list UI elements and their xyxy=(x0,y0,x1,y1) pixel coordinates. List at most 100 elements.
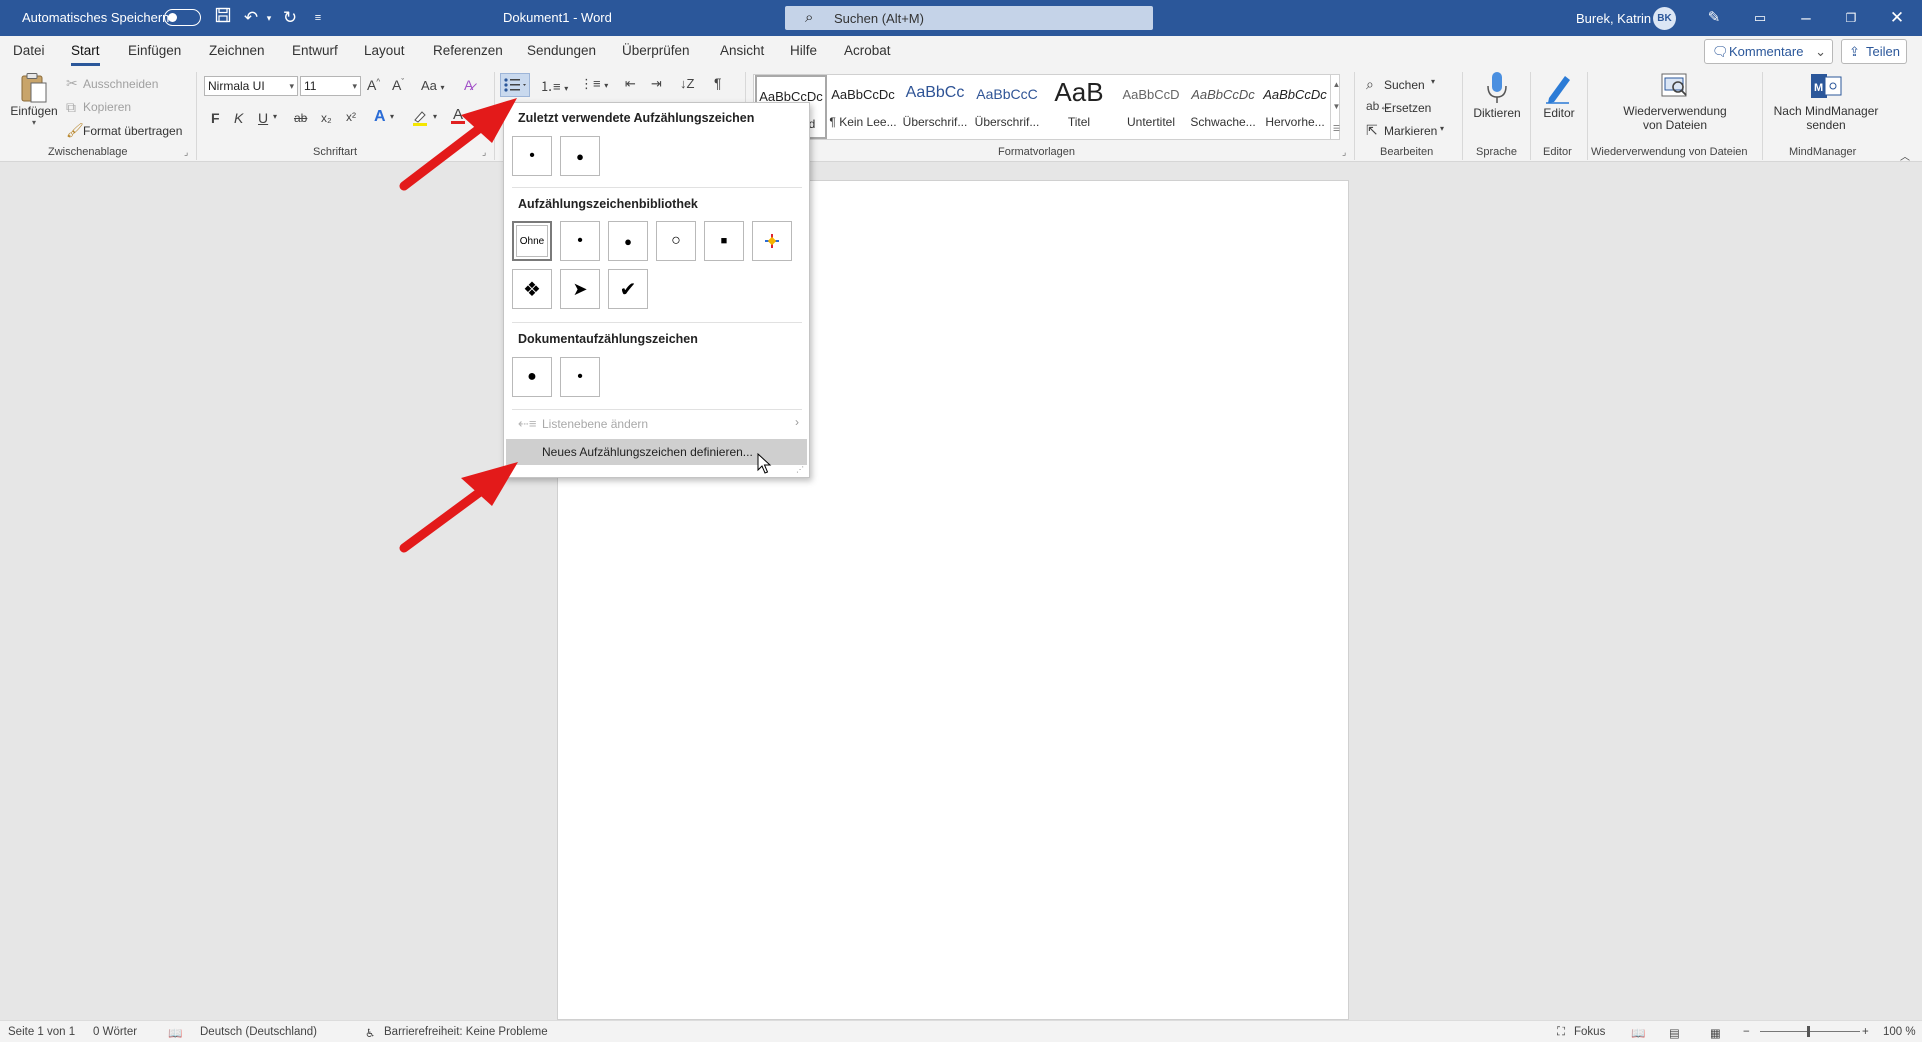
bold-button[interactable]: F xyxy=(211,110,220,126)
tab-datei[interactable]: Datei xyxy=(13,43,45,58)
bullet-option[interactable]: ■ xyxy=(704,221,744,261)
resize-grip-icon[interactable]: ⋰ xyxy=(796,465,804,474)
language[interactable]: Deutsch (Deutschland) xyxy=(200,1026,317,1038)
avatar[interactable]: BK xyxy=(1653,7,1676,30)
change-list-level-item[interactable]: ⇠≡ Listenebene ändern › xyxy=(506,411,807,437)
font-launcher-icon[interactable]: ⌟ xyxy=(482,147,486,158)
change-case-icon[interactable]: Aa ▾ xyxy=(421,78,445,93)
text-effects-icon[interactable]: A xyxy=(374,108,386,126)
proofing-icon[interactable]: 📖 xyxy=(168,1026,182,1040)
bullets-button[interactable] xyxy=(500,73,530,97)
tab-entwurf[interactable]: Entwurf xyxy=(292,43,338,58)
focus-button[interactable]: Fokus xyxy=(1574,1026,1605,1038)
chevron-down-icon[interactable]: ▾ xyxy=(1431,77,1435,86)
clear-formatting-icon[interactable]: A̷ xyxy=(464,77,473,93)
user-name[interactable]: Burek, Katrin xyxy=(1576,11,1651,26)
customize-qat-icon[interactable]: ≡ xyxy=(307,7,329,29)
zoom-level[interactable]: 100 % xyxy=(1883,1026,1916,1038)
find-button[interactable]: Suchen xyxy=(1384,78,1425,92)
style-item[interactable]: AaBbCcDc Schwache... xyxy=(1187,75,1259,139)
dictate-button[interactable]: Diktieren xyxy=(1468,70,1526,140)
copy-button[interactable]: Kopieren xyxy=(83,100,131,114)
tab-einfuegen[interactable]: Einfügen xyxy=(128,43,181,58)
tab-ansicht[interactable]: Ansicht xyxy=(720,43,764,58)
bullet-option[interactable]: ❖ xyxy=(512,269,552,309)
save-icon[interactable] xyxy=(212,7,234,29)
restore-icon[interactable]: ❐ xyxy=(1840,7,1862,29)
underline-button[interactable]: U xyxy=(258,110,268,126)
font-size-combo[interactable]: 11 ▾ xyxy=(300,76,361,96)
style-item[interactable]: AaBbCcDc Hervorhe... xyxy=(1259,75,1331,139)
redo-icon[interactable]: ↻ xyxy=(279,7,301,29)
replace-button[interactable]: Ersetzen xyxy=(1384,101,1431,115)
superscript-button[interactable]: x² xyxy=(346,110,356,124)
scroll-up-icon[interactable]: ▲ xyxy=(1331,74,1342,96)
tab-acrobat[interactable]: Acrobat xyxy=(844,43,891,58)
clipboard-launcher-icon[interactable]: ⌟ xyxy=(184,147,188,158)
style-item[interactable]: AaBbCc Überschrif... xyxy=(899,75,971,139)
grow-font-icon[interactable]: A^ xyxy=(367,77,380,93)
tab-ueberpruefen[interactable]: Überprüfen xyxy=(622,43,690,58)
minimize-icon[interactable]: – xyxy=(1795,7,1817,29)
search-box[interactable]: ⌕ Suchen (Alt+M) xyxy=(785,6,1153,30)
sort-icon[interactable]: ↓Z xyxy=(680,76,694,91)
style-item[interactable]: AaBbCcDc ¶ Kein Lee... xyxy=(827,75,899,139)
multilevel-list-icon[interactable]: ⋮≡ ▾ xyxy=(580,76,608,92)
zoom-out-icon[interactable]: − xyxy=(1743,1026,1750,1038)
font-name-combo[interactable]: Nirmala UI ▾ xyxy=(204,76,298,96)
bullet-option[interactable]: ● xyxy=(560,136,600,176)
style-item[interactable]: AaB Titel xyxy=(1043,75,1115,139)
scroll-down-icon[interactable]: ▼ xyxy=(1331,96,1342,118)
undo-dropdown-icon[interactable]: ▾ xyxy=(258,7,280,29)
bullet-option[interactable]: ● xyxy=(608,221,648,261)
underline-dropdown-icon[interactable]: ▾ xyxy=(273,112,277,121)
pen-icon[interactable]: ✎ xyxy=(1703,7,1725,29)
bullet-option[interactable]: ● xyxy=(512,357,552,397)
print-layout-icon[interactable]: ▤ xyxy=(1669,1026,1680,1040)
font-color-icon[interactable]: A xyxy=(451,106,465,124)
close-icon[interactable]: ✕ xyxy=(1886,7,1908,29)
zoom-slider-handle[interactable] xyxy=(1807,1026,1810,1037)
word-count[interactable]: 0 Wörter xyxy=(93,1026,137,1038)
shrink-font-icon[interactable]: Aˇ xyxy=(392,77,404,93)
reuse-files-button[interactable]: Wiederverwendung von Dateien xyxy=(1610,70,1740,142)
tab-sendungen[interactable]: Sendungen xyxy=(527,43,596,58)
zoom-in-icon[interactable]: + xyxy=(1862,1026,1869,1038)
bullet-option[interactable]: • xyxy=(560,221,600,261)
bullet-option[interactable]: • xyxy=(512,136,552,176)
zoom-slider[interactable] xyxy=(1760,1031,1860,1032)
tab-hilfe[interactable]: Hilfe xyxy=(790,43,817,58)
format-painter-button[interactable]: Format übertragen xyxy=(83,124,182,138)
numbering-icon[interactable]: ⒈≡ ▾ xyxy=(540,76,568,95)
read-mode-icon[interactable]: 📖 xyxy=(1631,1026,1645,1040)
mindmanager-button[interactable]: M Nach MindManager senden xyxy=(1768,70,1884,142)
select-button[interactable]: Markieren xyxy=(1384,124,1437,138)
style-item[interactable]: AaBbCcC Überschrif... xyxy=(971,75,1043,139)
more-styles-icon[interactable]: ☰ xyxy=(1331,118,1342,140)
web-layout-icon[interactable]: ▦ xyxy=(1710,1026,1721,1040)
bullet-option[interactable] xyxy=(752,221,792,261)
decrease-indent-icon[interactable]: ⇤ xyxy=(625,76,636,92)
bullet-option[interactable]: • xyxy=(560,357,600,397)
text-effects-dropdown-icon[interactable]: ▾ xyxy=(390,112,394,121)
page-count[interactable]: Seite 1 von 1 xyxy=(8,1026,75,1038)
show-paragraph-marks-icon[interactable]: ¶ xyxy=(714,75,722,91)
tab-start[interactable]: Start xyxy=(71,43,100,66)
bullet-option[interactable]: ✔ xyxy=(608,269,648,309)
accessibility-status[interactable]: Barrierefreiheit: Keine Probleme xyxy=(384,1026,548,1038)
tab-layout[interactable]: Layout xyxy=(364,43,405,58)
italic-button[interactable]: K xyxy=(234,110,243,126)
strikethrough-button[interactable]: ab xyxy=(294,111,307,125)
bullet-option[interactable]: ➤ xyxy=(560,269,600,309)
paste-button[interactable]: Einfügen ▾ xyxy=(8,72,60,142)
autosave-toggle[interactable] xyxy=(164,9,201,26)
highlight-icon[interactable] xyxy=(411,108,429,129)
chevron-down-icon[interactable]: ▾ xyxy=(1440,124,1444,133)
tab-referenzen[interactable]: Referenzen xyxy=(433,43,503,58)
ribbon-display-icon[interactable]: ▭ xyxy=(1749,7,1771,29)
tab-zeichnen[interactable]: Zeichnen xyxy=(209,43,265,58)
bullet-none-option[interactable]: Ohne xyxy=(512,221,552,261)
subscript-button[interactable]: x₂ xyxy=(321,111,332,125)
cut-button[interactable]: Ausschneiden xyxy=(83,77,158,91)
bullet-option[interactable]: ○ xyxy=(656,221,696,261)
